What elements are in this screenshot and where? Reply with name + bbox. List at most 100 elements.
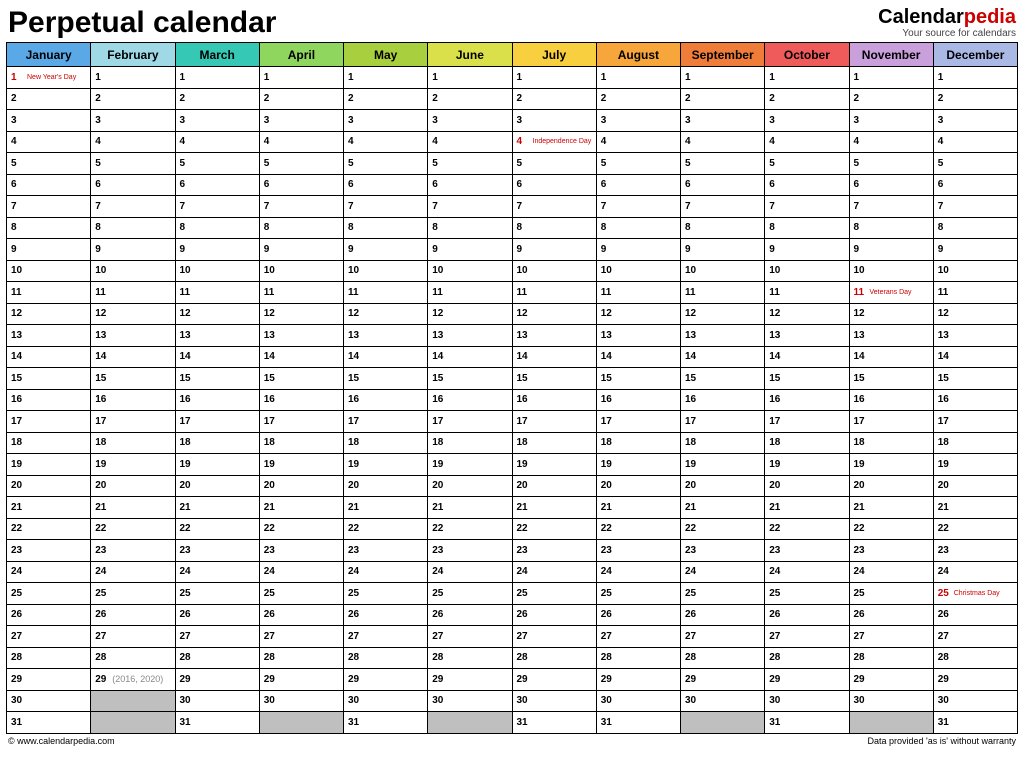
day-cell: 30 [344, 690, 428, 712]
day-cell: 4 [7, 131, 91, 153]
day-cell: 12 [428, 303, 512, 325]
day-cell: 25 [91, 583, 175, 605]
table-row: 202020202020202020202020 [7, 475, 1018, 497]
table-row: 121212121212121212121212 [7, 303, 1018, 325]
day-cell: 1 [259, 67, 343, 89]
day-cell: 10 [91, 260, 175, 282]
table-row: 151515151515151515151515 [7, 368, 1018, 390]
day-cell: 26 [7, 604, 91, 626]
day-cell: 20 [596, 475, 680, 497]
day-cell: 1 [512, 67, 596, 89]
day-cell: 25 [175, 583, 259, 605]
day-cell: 3 [7, 110, 91, 132]
day-cell: 10 [681, 260, 765, 282]
day-cell: 12 [849, 303, 933, 325]
day-cell: 13 [681, 325, 765, 347]
table-row: 141414141414141414141414 [7, 346, 1018, 368]
brand-part1: Calendar [878, 6, 964, 28]
day-cell: 4 [681, 131, 765, 153]
day-cell: 13 [91, 325, 175, 347]
day-cell: 23 [933, 540, 1017, 562]
day-cell: 22 [428, 518, 512, 540]
table-row: 666666666666 [7, 174, 1018, 196]
day-cell: 30 [765, 690, 849, 712]
day-cell: 20 [344, 475, 428, 497]
day-cell: 7 [596, 196, 680, 218]
day-cell: 1 [175, 67, 259, 89]
day-cell: 28 [681, 647, 765, 669]
day-cell: 27 [596, 626, 680, 648]
day-cell: 25 [259, 583, 343, 605]
day-cell: 23 [344, 540, 428, 562]
day-cell: 12 [175, 303, 259, 325]
day-cell: 28 [933, 647, 1017, 669]
day-cell: 13 [175, 325, 259, 347]
day-cell: 9 [765, 239, 849, 261]
table-row: 232323232323232323232323 [7, 540, 1018, 562]
day-cell: 6 [91, 174, 175, 196]
day-cell: 26 [428, 604, 512, 626]
day-cell: 14 [91, 346, 175, 368]
day-cell: 10 [596, 260, 680, 282]
brand-block: Calendarpedia Your source for calendars [878, 6, 1016, 39]
day-cell: 11Veterans Day [849, 282, 933, 304]
day-cell: 19 [91, 454, 175, 476]
day-cell: 24 [259, 561, 343, 583]
day-cell: 31 [7, 712, 91, 734]
day-cell: 26 [933, 604, 1017, 626]
day-cell: 9 [512, 239, 596, 261]
day-cell: 15 [596, 368, 680, 390]
day-cell: 28 [596, 647, 680, 669]
day-cell: 21 [428, 497, 512, 519]
day-cell: 18 [428, 432, 512, 454]
day-cell: 29 [681, 669, 765, 691]
day-cell: 22 [512, 518, 596, 540]
day-cell: 3 [259, 110, 343, 132]
day-cell: 19 [7, 454, 91, 476]
day-cell: 4Independence Day [512, 131, 596, 153]
day-cell: 1 [681, 67, 765, 89]
day-cell: 19 [849, 454, 933, 476]
day-cell: 6 [344, 174, 428, 196]
day-cell: 31 [765, 712, 849, 734]
day-cell: 29 [596, 669, 680, 691]
day-cell: 14 [512, 346, 596, 368]
day-cell: 26 [765, 604, 849, 626]
day-cell: 21 [7, 497, 91, 519]
day-cell: 3 [765, 110, 849, 132]
holiday-label: Christmas Day [954, 590, 1000, 597]
day-cell: 19 [259, 454, 343, 476]
day-cell: 4 [933, 131, 1017, 153]
day-cell: 20 [933, 475, 1017, 497]
month-header: April [259, 43, 343, 67]
day-cell: 22 [933, 518, 1017, 540]
day-cell: 18 [175, 432, 259, 454]
day-cell: 25 [512, 583, 596, 605]
day-cell: 7 [428, 196, 512, 218]
day-cell: 24 [175, 561, 259, 583]
day-cell: 8 [175, 217, 259, 239]
day-cell: 6 [512, 174, 596, 196]
day-cell: 17 [681, 411, 765, 433]
table-row: 4444444Independence Day44444 [7, 131, 1018, 153]
day-cell: 17 [933, 411, 1017, 433]
day-cell: 21 [344, 497, 428, 519]
day-cell: 2 [681, 88, 765, 110]
day-cell: 10 [512, 260, 596, 282]
day-cell: 1 [596, 67, 680, 89]
day-cell: 20 [7, 475, 91, 497]
day-cell: 14 [259, 346, 343, 368]
table-row: 212121212121212121212121 [7, 497, 1018, 519]
day-cell: 17 [512, 411, 596, 433]
day-cell: 8 [933, 217, 1017, 239]
day-cell: 12 [91, 303, 175, 325]
day-cell: 24 [428, 561, 512, 583]
day-cell: 8 [849, 217, 933, 239]
day-cell: 27 [259, 626, 343, 648]
day-cell: 27 [765, 626, 849, 648]
day-cell: 14 [175, 346, 259, 368]
calendar-table: JanuaryFebruaryMarchAprilMayJuneJulyAugu… [6, 42, 1018, 734]
day-cell: 23 [175, 540, 259, 562]
day-cell: 7 [175, 196, 259, 218]
day-cell: 16 [91, 389, 175, 411]
